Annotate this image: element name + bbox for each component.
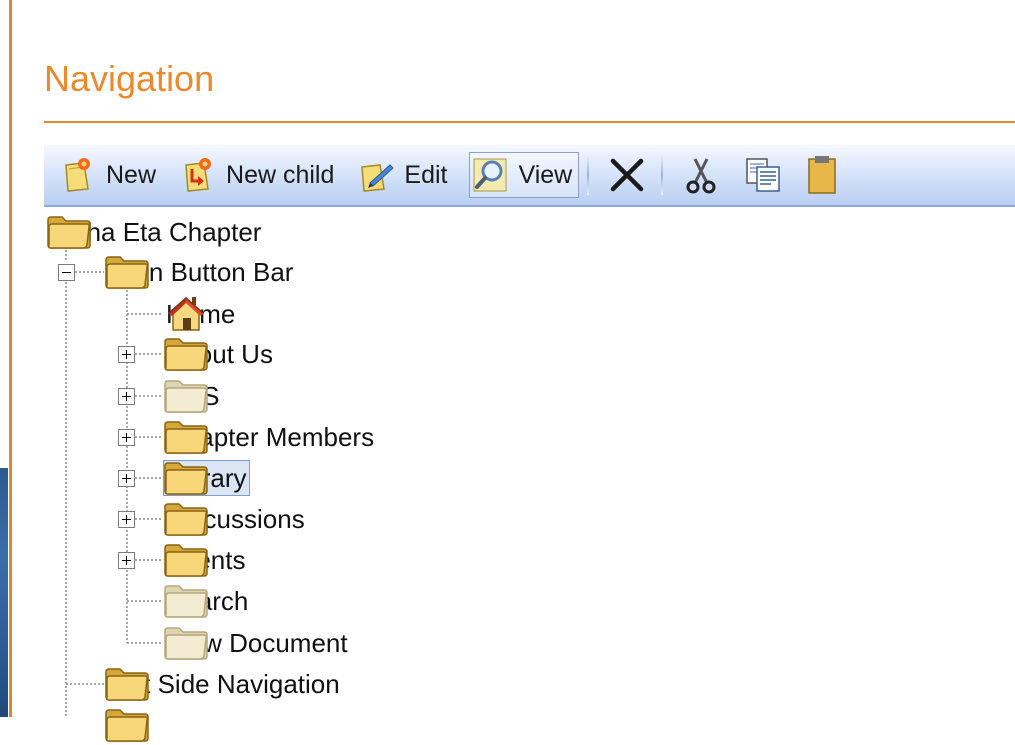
toolbar-separator — [661, 155, 664, 195]
delete-icon[interactable] — [605, 153, 649, 197]
folder-faded-icon — [164, 585, 208, 618]
page-title: Navigation — [44, 58, 215, 99]
page-edge — [0, 0, 12, 717]
expand-toggle[interactable] — [118, 429, 135, 446]
new-page-icon — [65, 158, 90, 192]
copy-icon[interactable] — [741, 153, 785, 197]
new-button-label: New — [106, 160, 157, 189]
toolbar-separator — [587, 155, 590, 195]
tree-node-discussions[interactable]: Discussions — [163, 499, 308, 539]
folder-icon — [105, 709, 149, 742]
expand-toggle[interactable] — [118, 346, 135, 363]
title-divider — [44, 121, 1015, 123]
tree-node-home[interactable]: Home — [163, 294, 238, 334]
background-panel — [0, 468, 8, 717]
folder-faded-icon — [164, 380, 208, 413]
folder-icon — [47, 216, 91, 249]
view-button[interactable]: View — [469, 152, 580, 198]
tree-node-events[interactable]: Events — [163, 540, 249, 580]
tree-node-view-document[interactable]: View Document — [163, 623, 351, 663]
tree-node-about-us[interactable]: About Us — [163, 334, 276, 374]
cut-icon[interactable] — [679, 153, 723, 197]
folder-icon — [105, 668, 149, 701]
expand-toggle[interactable] — [118, 552, 135, 569]
tree-node-rss[interactable]: RSS — [163, 376, 222, 416]
expand-toggle[interactable] — [118, 511, 135, 528]
edit-button-label: Edit — [404, 160, 448, 189]
magnifier-icon — [473, 158, 507, 192]
navigation-tree: Alpha Eta Chapter Main Button Bar Home A… — [0, 0, 1015, 742]
collapse-toggle[interactable] — [58, 264, 75, 281]
toolbar: New New child Edit View — [44, 145, 1015, 207]
new-child-icon — [185, 158, 212, 192]
tree-node-left-side-navigation[interactable]: Left Side Navigation — [104, 664, 343, 704]
expand-toggle[interactable] — [118, 470, 135, 487]
tree-node-search[interactable]: Search — [163, 581, 251, 621]
expand-toggle[interactable] — [118, 388, 135, 405]
folder-icon — [164, 421, 208, 454]
tree-node-root[interactable]: Alpha Eta Chapter — [46, 212, 264, 252]
view-button-label: View — [518, 160, 573, 189]
folder-icon — [164, 544, 208, 577]
folder-icon — [164, 503, 208, 536]
new-child-button[interactable]: New child — [178, 153, 334, 197]
folder-faded-icon — [164, 627, 208, 660]
page-border — [9, 0, 12, 717]
folder-icon — [164, 462, 208, 495]
tree-connector-lines — [65, 246, 163, 717]
tree-node-library[interactable]: Library — [163, 458, 251, 498]
folder-icon — [164, 338, 208, 371]
tree-node-chapter-members[interactable]: Chapter Members — [163, 417, 377, 457]
home-icon — [168, 296, 204, 331]
tree-node-main-button-bar[interactable]: Main Button Bar — [104, 252, 296, 292]
new-button[interactable]: New — [58, 153, 156, 197]
new-child-button-label: New child — [226, 160, 335, 189]
edit-button[interactable]: Edit — [356, 153, 447, 197]
folder-open-icon — [105, 256, 149, 289]
paste-icon[interactable] — [803, 153, 847, 197]
edit-icon — [361, 164, 395, 192]
